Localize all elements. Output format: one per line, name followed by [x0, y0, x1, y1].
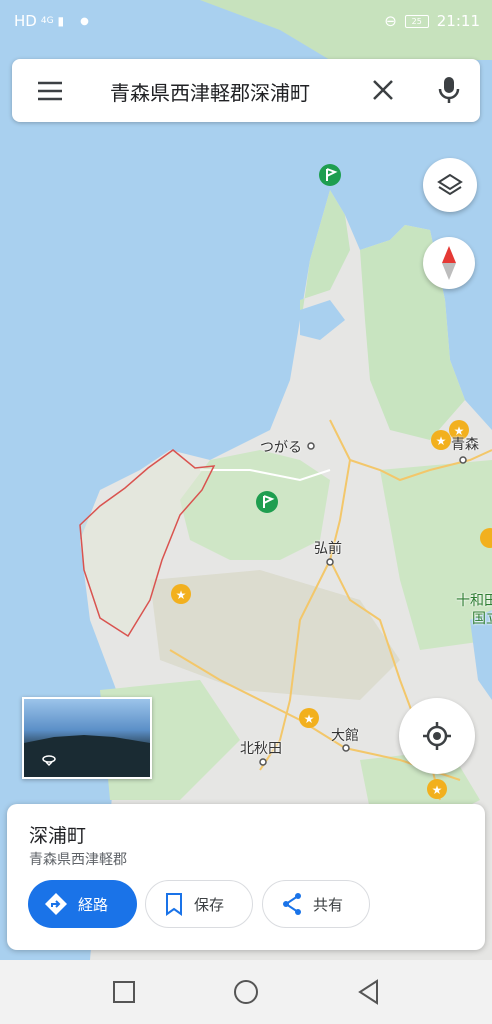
search-query[interactable]: 青森県西津軽郡深浦町 — [110, 77, 310, 106]
star-marker[interactable]: ★ — [299, 708, 319, 728]
signal-icon: ▮ — [57, 14, 65, 28]
share-icon — [283, 893, 301, 915]
svg-text:★: ★ — [176, 588, 187, 602]
flag-marker-center[interactable] — [256, 491, 278, 513]
save-button[interactable]: 保存 — [145, 880, 253, 928]
clear-icon[interactable] — [370, 77, 396, 103]
share-label: 共有 — [313, 895, 344, 914]
svg-text:★: ★ — [436, 434, 447, 448]
place-card[interactable]: 深浦町 青森県西津軽郡 経路 保存 共有 — [7, 804, 485, 950]
map-label-kitaakita: 北秋田 — [240, 741, 282, 757]
map-label-odate: 大館 — [331, 728, 359, 744]
directions-label: 経路 — [78, 895, 109, 914]
map-label-aomori: 青森 — [451, 437, 479, 453]
search-bar[interactable]: 青森県西津軽郡深浦町 — [12, 59, 480, 122]
menu-icon[interactable] — [36, 77, 64, 105]
system-navigation-bar — [0, 960, 492, 1024]
battery-icon: 25 — [404, 14, 429, 28]
place-subtitle: 青森県西津軽郡 — [29, 852, 127, 868]
network-type: HD — [14, 12, 37, 30]
map-label-kokuritsu: 国立 — [472, 611, 492, 627]
directions-button[interactable]: 経路 — [28, 880, 137, 928]
star-marker[interactable]: ★ — [171, 584, 191, 604]
directions-icon — [45, 893, 67, 915]
signal-type: 4G — [40, 16, 54, 26]
back-icon[interactable] — [355, 978, 383, 1006]
flag-marker-north[interactable] — [319, 164, 341, 186]
bookmark-icon — [166, 893, 182, 916]
star-marker[interactable]: ★ — [431, 430, 451, 450]
clock: 21:11 — [436, 12, 480, 30]
my-location-button[interactable] — [399, 698, 475, 774]
street-view-thumbnail[interactable] — [22, 697, 152, 779]
star-marker[interactable]: ★ — [427, 779, 447, 799]
svg-text:★: ★ — [304, 712, 315, 726]
compass-icon — [442, 246, 456, 280]
my-location-icon — [423, 722, 451, 750]
layers-button[interactable] — [423, 158, 477, 212]
share-button[interactable]: 共有 — [262, 880, 370, 928]
svg-text:★: ★ — [432, 783, 443, 797]
map-label-hirosaki: 弘前 — [314, 541, 342, 557]
home-icon[interactable] — [232, 978, 260, 1006]
map-label-tsugaru: つがる — [260, 440, 302, 456]
save-label: 保存 — [194, 895, 225, 914]
microphone-icon[interactable] — [436, 75, 462, 105]
compass-button[interactable] — [423, 237, 475, 289]
place-title: 深浦町 — [29, 825, 87, 847]
status-bar: HD 4G ▮ ● ⊖ 25 21:11 — [0, 0, 492, 44]
map-label-towada: 十和田 — [456, 593, 492, 609]
notification-dot-icon: ● — [80, 15, 89, 27]
layers-icon — [437, 173, 463, 196]
dnd-icon: ⊖ — [384, 12, 397, 30]
recent-apps-icon[interactable] — [110, 978, 138, 1006]
street-view-360-icon — [24, 735, 150, 777]
